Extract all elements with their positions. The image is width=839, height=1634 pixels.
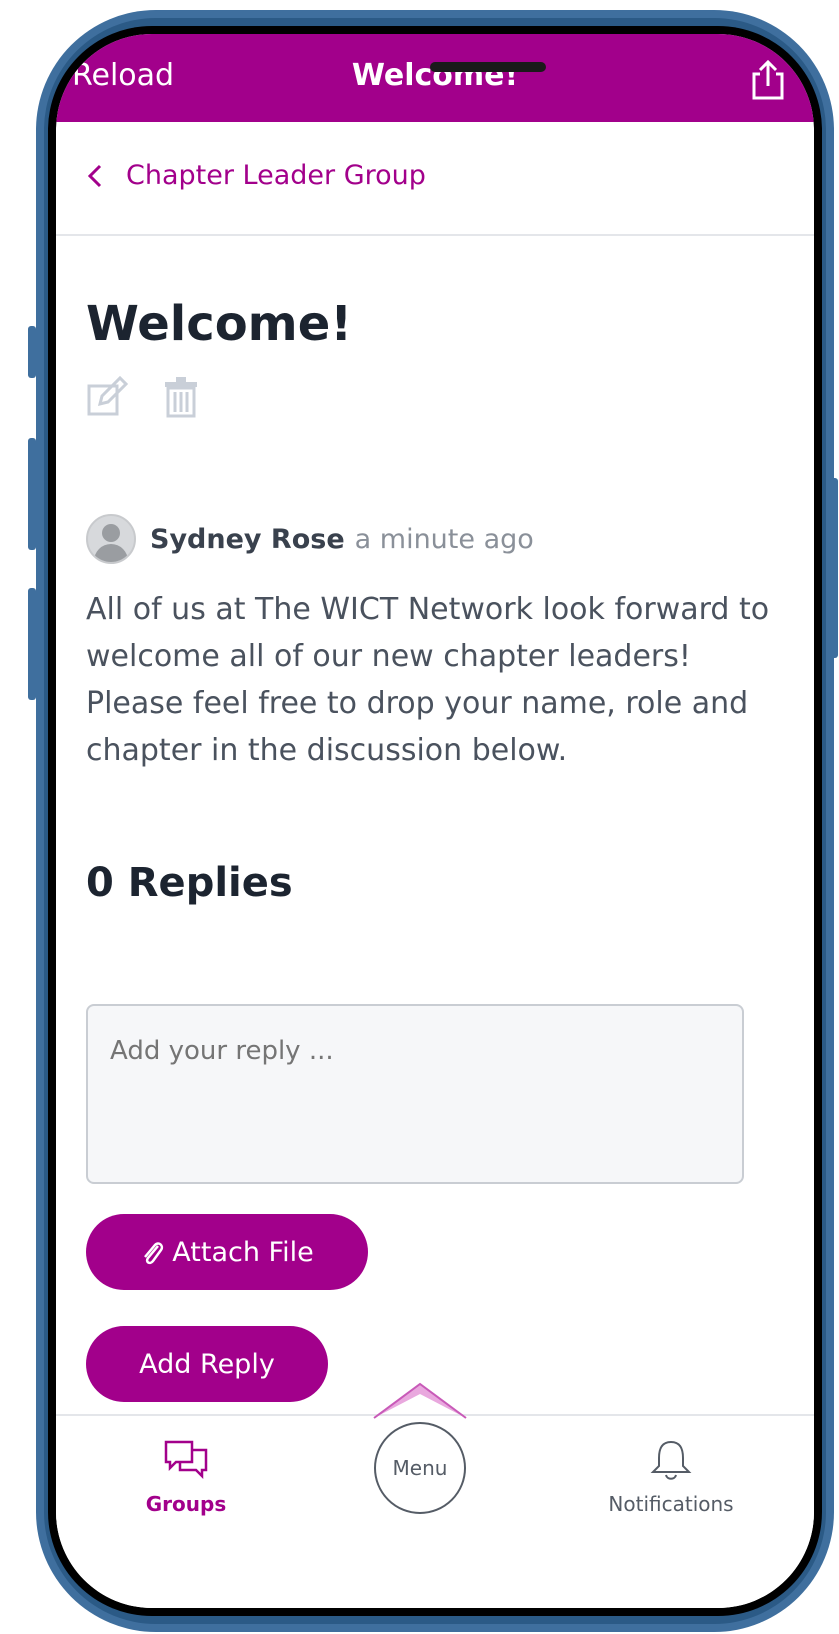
- add-reply-label: Add Reply: [139, 1348, 275, 1380]
- post-body: All of us at The WICT Network look forwa…: [86, 592, 770, 768]
- post-meta: Sydney Rose a minute ago: [86, 514, 534, 564]
- edit-icon[interactable]: [86, 375, 129, 418]
- tab-notifications-label: Notifications: [608, 1492, 734, 1516]
- menu-label: Menu: [392, 1456, 448, 1480]
- reply-input[interactable]: [86, 1004, 744, 1184]
- add-reply-button[interactable]: Add Reply: [86, 1326, 328, 1402]
- post-tools: [86, 375, 202, 418]
- avatar[interactable]: [86, 514, 136, 564]
- tab-groups[interactable]: Groups: [126, 1438, 246, 1516]
- power-button: [830, 478, 838, 658]
- earpiece-speaker: [430, 62, 546, 72]
- post-title: Welcome!: [86, 296, 353, 352]
- header-divider: [56, 234, 814, 236]
- trash-icon[interactable]: [160, 376, 202, 418]
- mute-switch: [28, 326, 36, 378]
- menu-button[interactable]: Menu: [374, 1422, 466, 1514]
- breadcrumb-label: Chapter Leader Group: [126, 160, 426, 191]
- chevron-left-icon: [87, 164, 102, 187]
- tab-notifications[interactable]: Notifications: [596, 1438, 746, 1516]
- bell-icon: [650, 1440, 692, 1480]
- author-name[interactable]: Sydney Rose: [150, 524, 345, 555]
- post-time: a minute ago: [354, 523, 534, 555]
- share-icon[interactable]: [748, 59, 788, 100]
- tab-groups-label: Groups: [145, 1492, 227, 1516]
- attach-file-label: Attach File: [172, 1236, 314, 1268]
- replies-heading: 0 Replies: [86, 860, 293, 906]
- app-header: Reload Welcome!: [56, 34, 814, 122]
- paperclip-icon: [144, 1242, 164, 1265]
- breadcrumb[interactable]: Chapter Leader Group: [86, 160, 426, 191]
- volume-up-button: [28, 438, 36, 550]
- app-screen: Reload Welcome! Chapter Leader Group Wel…: [56, 34, 814, 1608]
- attach-file-button[interactable]: Attach File: [86, 1214, 368, 1290]
- menu-chevron-up-icon: [373, 1382, 467, 1419]
- chat-bubbles-icon: [164, 1440, 208, 1480]
- volume-down-button: [28, 588, 36, 700]
